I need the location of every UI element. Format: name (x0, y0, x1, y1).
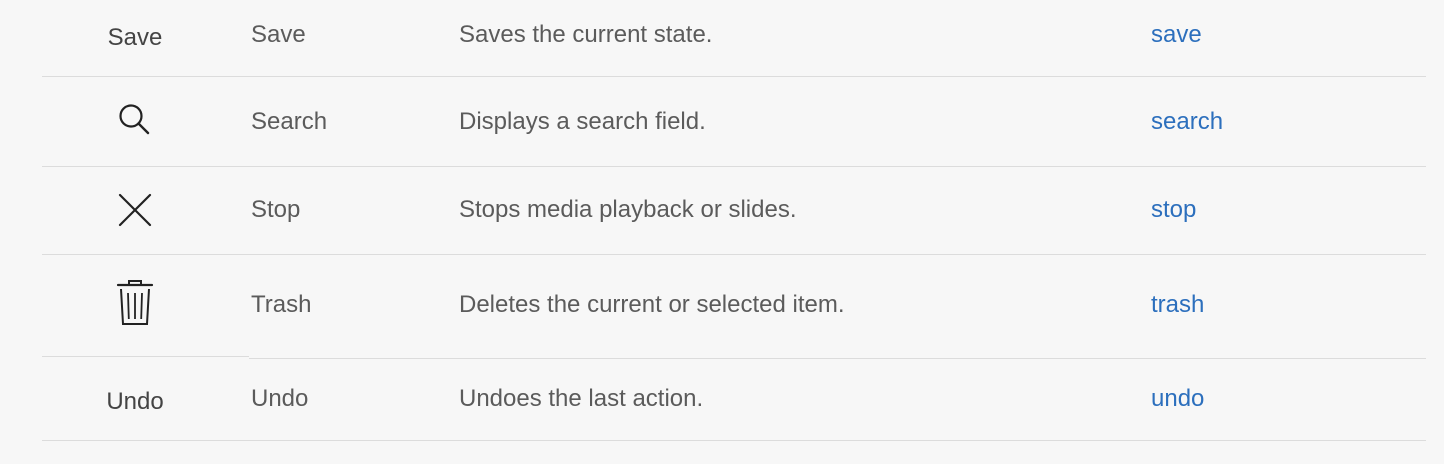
close-icon (42, 193, 228, 227)
code-link-undo[interactable]: undo (1151, 384, 1204, 414)
table-row-save: Save Save Saves the current state. save (42, 0, 1426, 77)
item-name: Undo (251, 385, 309, 412)
item-name: Trash (251, 291, 312, 318)
item-description: Displays a search field. (459, 108, 706, 135)
system-item-table: Save Save Saves the current state. save … (42, 0, 1426, 441)
code-link-trash[interactable]: trash (1151, 290, 1204, 320)
table-row-undo: Undo Undo Undoes the last action. undo (42, 357, 1426, 441)
item-name: Save (251, 21, 306, 48)
item-name: Search (251, 108, 328, 135)
table-row-search: Search Displays a search field. search (42, 77, 1426, 167)
symbol-text: Undo (106, 388, 164, 415)
code-link-stop[interactable]: stop (1151, 195, 1196, 225)
trash-icon (42, 279, 228, 327)
item-description: Stops media playback or slides. (459, 196, 797, 223)
table-row-stop: Stop Stops media playback or slides. sto… (42, 167, 1426, 255)
code-link-save[interactable]: save (1151, 20, 1202, 50)
symbol-text: Save (107, 24, 163, 51)
item-description: Deletes the current or selected item. (459, 291, 845, 318)
item-name: Stop (251, 196, 301, 223)
code-link-search[interactable]: search (1151, 107, 1223, 137)
table-row-trash: Trash Deletes the current or selected it… (42, 255, 1426, 359)
item-description: Saves the current state. (459, 21, 713, 48)
item-description: Undoes the last action. (459, 385, 704, 412)
search-icon (42, 102, 228, 138)
